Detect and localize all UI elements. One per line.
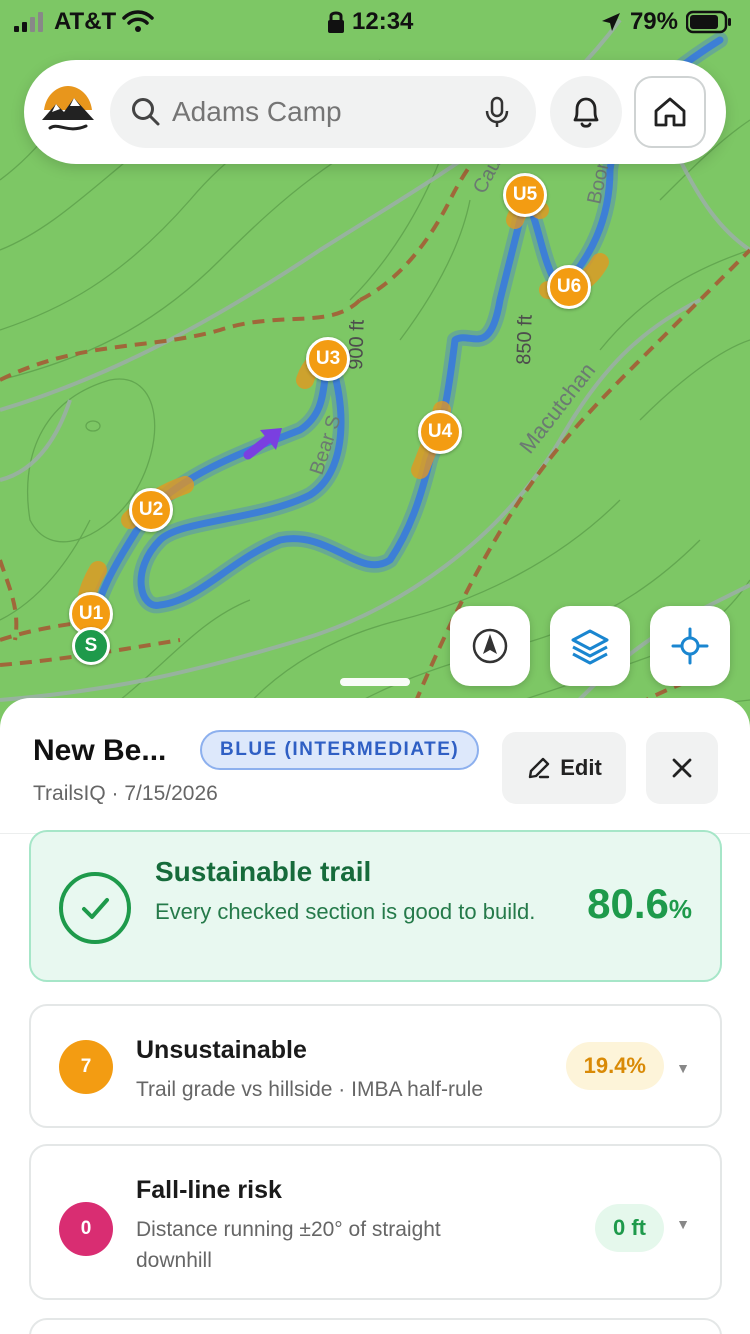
pencil-icon bbox=[529, 757, 550, 779]
compass-icon bbox=[472, 628, 508, 664]
search-icon bbox=[132, 98, 160, 126]
marker-u3[interactable]: U3 bbox=[306, 337, 350, 381]
difficulty-badge: BLUE (INTERMEDIATE) bbox=[200, 730, 480, 770]
edit-label: Edit bbox=[560, 755, 602, 780]
unsustainable-count: 7 bbox=[59, 1040, 113, 1094]
unsustainable-heading: Unsustainable bbox=[136, 1036, 307, 1064]
fall-line-value: 0 ft bbox=[595, 1204, 664, 1252]
trail-title: New Be... bbox=[33, 734, 167, 767]
summary-heading: Sustainable trail bbox=[155, 856, 372, 887]
location-arrow-icon bbox=[601, 13, 620, 31]
summary-description: Every checked section is good to build. bbox=[155, 899, 536, 924]
signal-icon bbox=[14, 12, 43, 32]
wifi-icon bbox=[122, 10, 154, 32]
lock-icon bbox=[328, 11, 344, 33]
next-metric-card[interactable] bbox=[29, 1318, 722, 1334]
sheet-grabber[interactable] bbox=[340, 678, 410, 686]
home-button[interactable] bbox=[634, 76, 706, 148]
compass-button[interactable] bbox=[450, 606, 530, 686]
fall-line-heading: Fall-line risk bbox=[136, 1176, 282, 1204]
unsustainable-description: Trail grade vs hillside · IMBA half-rule bbox=[136, 1078, 484, 1101]
trail-subtitle: TrailsIQ · 7/15/2026 bbox=[33, 782, 218, 805]
fall-line-risk-card[interactable]: 0 Fall-line risk Distance running ±20° o… bbox=[29, 1144, 722, 1300]
search-card bbox=[24, 60, 726, 164]
marker-start[interactable]: S bbox=[72, 627, 110, 665]
close-icon bbox=[672, 758, 692, 778]
app-logo-icon[interactable] bbox=[38, 82, 98, 142]
clock: 12:34 bbox=[352, 8, 414, 35]
chevron-down-icon[interactable]: ▼ bbox=[676, 1216, 690, 1232]
marker-u6[interactable]: U6 bbox=[547, 265, 591, 309]
fall-line-count: 0 bbox=[59, 1202, 113, 1256]
microphone-icon[interactable] bbox=[484, 96, 510, 128]
layers-icon bbox=[571, 629, 609, 665]
bell-icon bbox=[573, 97, 599, 128]
home-icon bbox=[654, 97, 686, 127]
crosshair-icon bbox=[671, 627, 709, 665]
unsustainable-value: 19.4% bbox=[565, 1042, 664, 1090]
marker-u2[interactable]: U2 bbox=[129, 488, 173, 532]
checkmark-icon bbox=[59, 872, 131, 944]
chevron-down-icon[interactable]: ▼ bbox=[676, 1060, 690, 1076]
locate-button[interactable] bbox=[650, 606, 730, 686]
search-input[interactable] bbox=[172, 76, 472, 148]
sustainable-percent: 80.6% bbox=[587, 880, 692, 927]
edit-button[interactable]: Edit bbox=[502, 732, 626, 804]
notifications-button[interactable] bbox=[550, 76, 622, 148]
marker-u5[interactable]: U5 bbox=[503, 173, 547, 217]
marker-u4[interactable]: U4 bbox=[418, 410, 462, 454]
battery-percent: 79% bbox=[629, 8, 678, 35]
search-field[interactable] bbox=[110, 76, 536, 148]
battery-icon bbox=[686, 10, 731, 34]
fall-line-description: Distance running ±20° of straight downhi… bbox=[136, 1218, 441, 1272]
layers-button[interactable] bbox=[550, 606, 630, 686]
status-bar: AT&T 12:34 79% bbox=[0, 0, 750, 44]
unsustainable-card[interactable]: 7 Unsustainable Trail grade vs hillside … bbox=[29, 1004, 722, 1128]
trail-details-sheet: New Be... BLUE (INTERMEDIATE) TrailsIQ ·… bbox=[0, 698, 750, 1334]
sustainability-summary-card: Sustainable trail Every checked section … bbox=[29, 830, 722, 982]
label-850ft: 850 ft bbox=[513, 314, 537, 365]
close-button[interactable] bbox=[646, 732, 718, 804]
carrier-label: AT&T bbox=[54, 8, 117, 35]
sheet-header: New Be... BLUE (INTERMEDIATE) TrailsIQ ·… bbox=[0, 698, 750, 834]
